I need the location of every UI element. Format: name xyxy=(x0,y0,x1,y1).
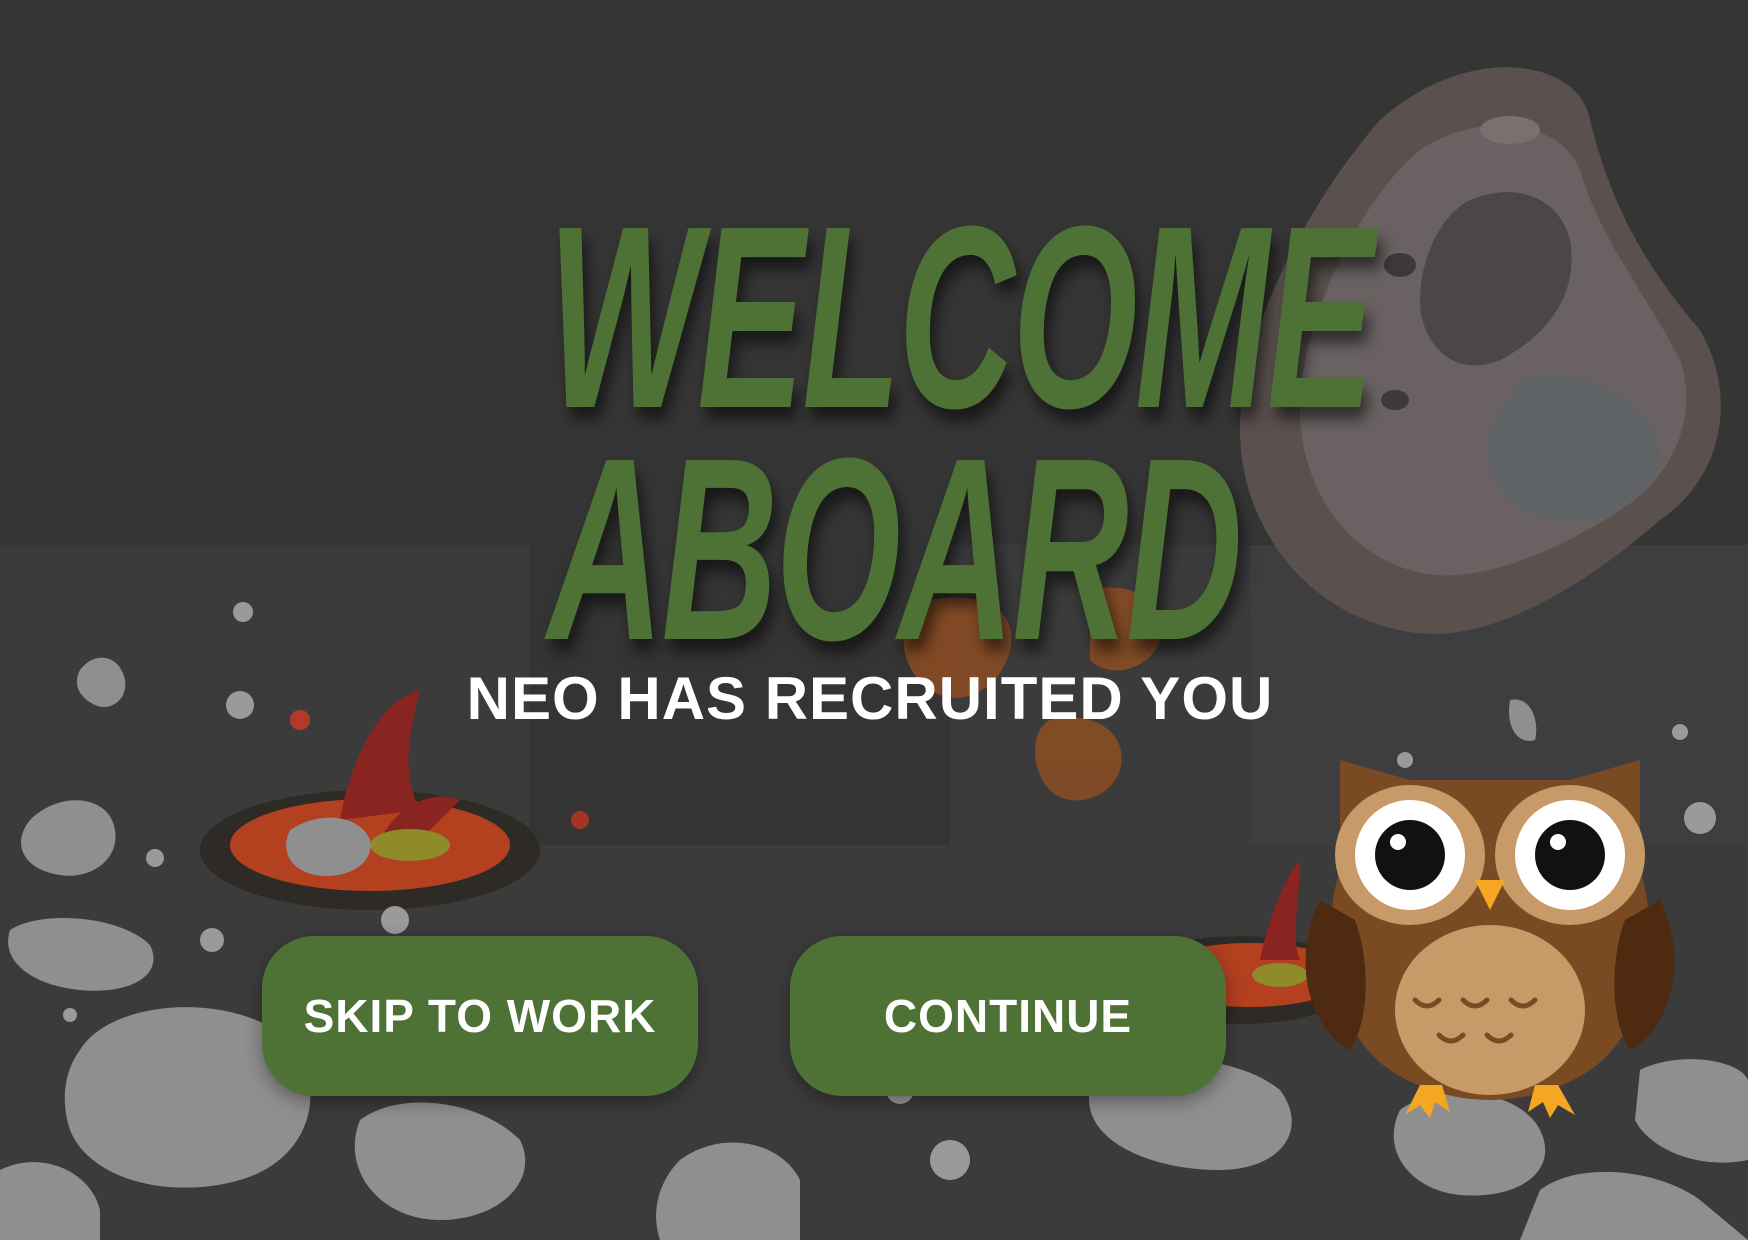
continue-button[interactable]: CONTINUE xyxy=(790,936,1226,1096)
owl-icon xyxy=(1305,760,1675,1118)
welcome-screen: WELCOME ABOARD NEO HAS RECRUITED YOU SKI… xyxy=(0,0,1748,1240)
subtitle: NEO HAS RECRUITED YOU xyxy=(466,665,1274,732)
title-aboard: ABOARD xyxy=(547,405,1243,695)
skip-to-work-button[interactable]: SKIP TO WORK xyxy=(262,936,698,1096)
